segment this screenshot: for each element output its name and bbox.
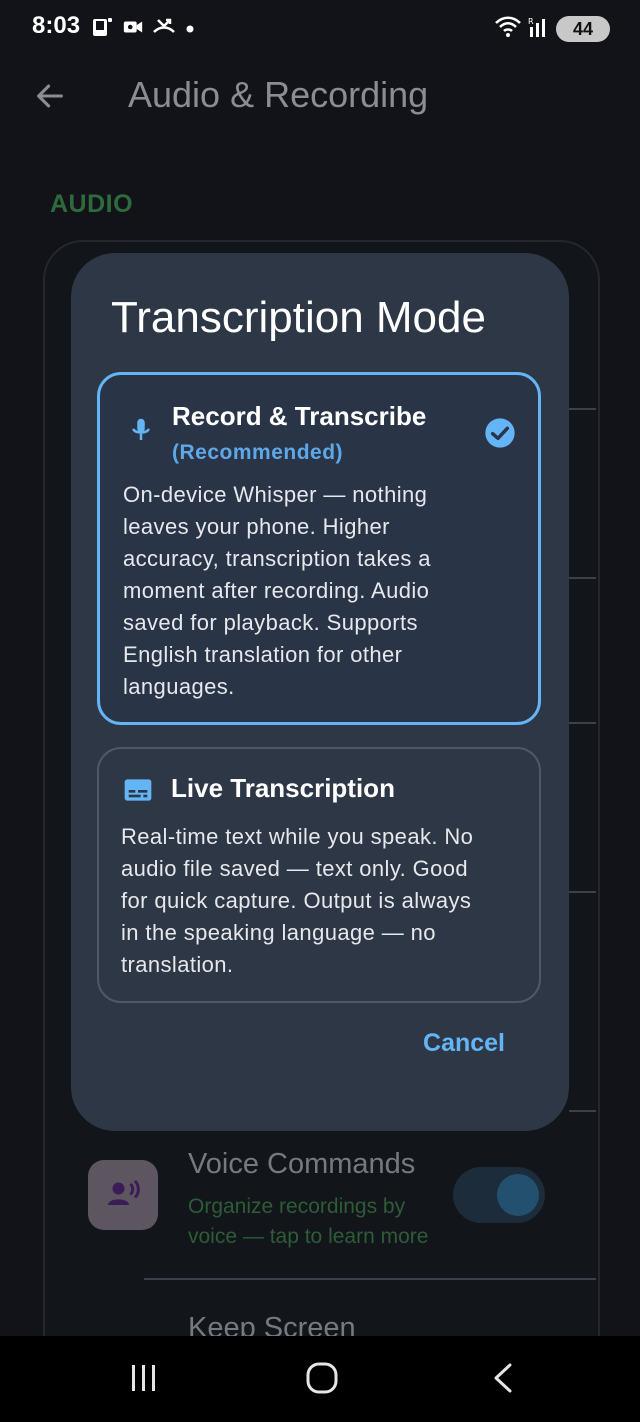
voice-command-icon-box <box>88 1160 158 1230</box>
status-bar: 8:03 R 44 <box>0 0 640 60</box>
home-icon <box>305 1361 339 1399</box>
status-right-icons: R 44 <box>494 15 610 43</box>
svg-text:R: R <box>528 17 534 26</box>
voice-commands-title: Voice Commands <box>188 1148 416 1180</box>
recent-apps-icon <box>128 1363 160 1397</box>
dialog-title: Transcription Mode <box>111 293 486 342</box>
app-bar: Audio & Recording <box>0 60 640 140</box>
description-line: accuracy, transcription takes a <box>123 546 431 571</box>
description-line: translation. <box>121 952 234 977</box>
section-label: AUDIO <box>50 190 134 218</box>
phone-notification-icon <box>90 15 114 43</box>
navigation-bar <box>0 1336 640 1422</box>
description-line: for quick capture. Output is always <box>121 888 472 913</box>
recent-apps-button[interactable] <box>119 1360 169 1400</box>
back-button[interactable] <box>30 78 70 118</box>
divider <box>569 1110 596 1112</box>
divider <box>569 408 596 410</box>
voice-commands-toggle[interactable] <box>453 1167 545 1223</box>
voice-command-icon <box>105 1175 141 1215</box>
status-left-icons <box>90 16 196 42</box>
divider <box>144 1278 596 1280</box>
back-icon <box>490 1362 516 1398</box>
screen: 8:03 R 44 Audio & Recording AUDIO Voice … <box>0 0 640 1422</box>
description-line: moment after recording. Audio <box>123 578 430 603</box>
option-description: Real-time text while you speak. No audio… <box>121 821 529 981</box>
microphone-icon <box>124 413 158 447</box>
dot-icon <box>184 20 196 39</box>
option-record-and-transcribe[interactable]: Record & Transcribe (Recommended) On-dev… <box>97 372 541 725</box>
battery-level: 44 <box>572 18 594 39</box>
description-line: On-device Whisper — nothing <box>123 482 428 507</box>
arrow-back-icon <box>33 79 67 117</box>
toggle-knob <box>497 1174 539 1216</box>
description-line: in the speaking language — no <box>121 920 436 945</box>
video-call-icon <box>122 16 144 42</box>
recommended-tag: (Recommended) <box>172 441 344 464</box>
battery-icon: 44 <box>556 16 610 42</box>
description-line: audio file saved — text only. Good <box>121 856 469 881</box>
option-title: Record & Transcribe <box>172 401 427 431</box>
wifi-icon <box>494 15 522 43</box>
missed-call-icon <box>152 15 176 43</box>
description-line: languages. <box>123 674 235 699</box>
divider <box>569 577 596 579</box>
signal-icon: R <box>528 15 550 43</box>
page-title: Audio & Recording <box>128 74 429 115</box>
subtitles-icon <box>121 773 155 807</box>
transcription-mode-dialog: Transcription Mode Record & Transcribe (… <box>71 253 569 1131</box>
option-title: Live Transcription <box>171 773 395 803</box>
description-line: saved for playback. Supports <box>123 610 418 635</box>
cancel-button[interactable]: Cancel <box>423 1029 505 1058</box>
home-button[interactable] <box>297 1360 347 1400</box>
back-nav-button[interactable] <box>478 1360 528 1400</box>
description-line: English translation for other <box>123 642 403 667</box>
voice-commands-subtitle: Organize recordings by voice — tap to le… <box>188 1195 429 1248</box>
option-description: On-device Whisper — nothing leaves your … <box>123 479 523 703</box>
description-line: Real-time text while you speak. No <box>121 824 474 849</box>
check-circle-icon <box>484 417 516 449</box>
status-time: 8:03 <box>32 12 81 39</box>
option-live-transcription[interactable]: Live Transcription Real-time text while … <box>97 747 541 1003</box>
description-line: leaves your phone. Higher <box>123 514 390 539</box>
divider <box>569 891 596 893</box>
divider <box>569 722 596 724</box>
